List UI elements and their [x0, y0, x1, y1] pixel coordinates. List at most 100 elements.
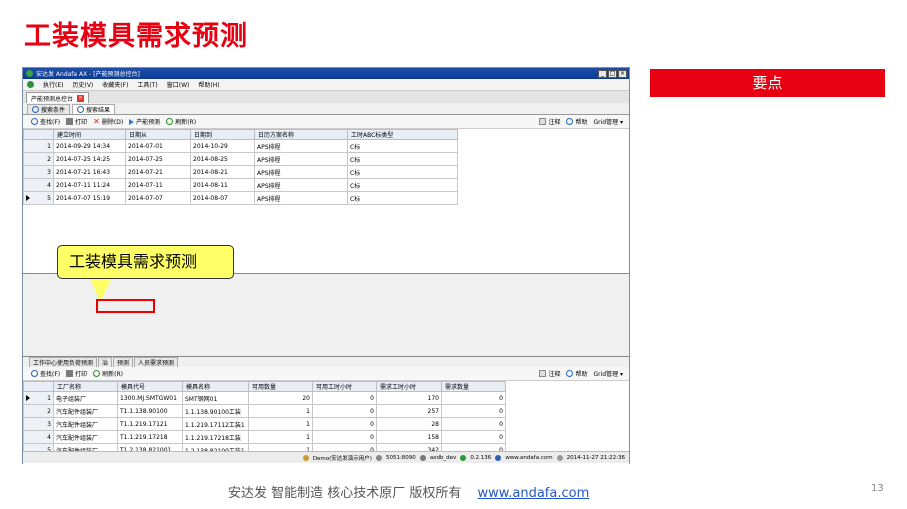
tab-staff-forecast[interactable]: 人员需求预测 — [134, 357, 179, 367]
table-cell[interactable]: T1.1.219.17121 — [117, 417, 183, 431]
table-row[interactable]: 3 2014-07-21 16:43 2014-07-21 2014-08-21 APS… — [23, 165, 458, 179]
column-header[interactable]: 模具名称 — [182, 381, 249, 392]
note-button[interactable]: 注释 — [539, 369, 560, 378]
table-cell[interactable]: 1.1.138.90100工装 — [182, 404, 249, 418]
minimize-button[interactable]: _ — [598, 69, 607, 78]
table-cell[interactable]: 2014-09-29 14:34 — [53, 139, 126, 153]
table-cell[interactable]: 158 — [376, 430, 442, 444]
refresh-button[interactable]: 刷新(R) — [166, 117, 196, 126]
table-cell[interactable]: 1.1.219.17218工装 — [182, 430, 249, 444]
column-header[interactable]: 可用工时小时 — [312, 381, 377, 392]
table-cell[interactable]: 0 — [441, 430, 506, 444]
column-header[interactable]: 工时ABC标类型 — [347, 129, 458, 140]
table-cell[interactable]: 2014-07-01 — [125, 139, 191, 153]
column-header[interactable]: 可用数量 — [248, 381, 313, 392]
help-button[interactable]: 帮助 — [566, 369, 587, 378]
search-button[interactable]: 查找(F) — [31, 369, 60, 378]
column-header[interactable]: 模具代号 — [117, 381, 183, 392]
menu-favorites[interactable]: 收藏夹(F) — [102, 80, 128, 89]
doc-tab-capacity-console[interactable]: 产能预测总控台 × — [26, 92, 90, 103]
table-row[interactable]: 3 汽车配件组装厂 T1.1.219.17121 1.1.219.17112工装1 1 0… — [23, 417, 506, 431]
grid-manage-dropdown[interactable]: Grid管理 ▾ — [593, 117, 623, 126]
table-cell[interactable]: C标 — [347, 191, 458, 205]
table-cell[interactable]: 2014-08-25 — [190, 152, 255, 166]
maximize-button[interactable]: □ — [608, 69, 617, 78]
footer-link[interactable]: www.andafa.com — [478, 486, 590, 501]
doc-tab-close-icon[interactable]: × — [77, 94, 85, 102]
forecast-button[interactable]: 产能预测 — [129, 117, 160, 126]
tab-workcenter-load[interactable]: 工作中心使用负荷预测 — [29, 357, 98, 367]
table-cell[interactable]: 0 — [312, 417, 377, 431]
menu-history[interactable]: 历史(V) — [72, 80, 93, 89]
table-cell[interactable]: 0 — [441, 404, 506, 418]
column-header[interactable]: 工厂名称 — [53, 381, 118, 392]
refresh-button[interactable]: 刷新(R) — [93, 369, 123, 378]
table-cell[interactable]: 2014-08-11 — [190, 178, 255, 192]
column-header[interactable]: 日期到 — [190, 129, 255, 140]
table-cell[interactable]: SMT钢网01 — [182, 391, 249, 405]
table-row[interactable]: 2 汽车配件组装厂 T1.1.138.90100 1.1.138.90100工装 1 0 2… — [23, 404, 506, 418]
table-cell[interactable]: 2014-07-25 14:25 — [53, 152, 126, 166]
delete-button[interactable]: ✕ 删除(D) — [93, 117, 123, 127]
column-header[interactable]: 建立时间 — [53, 129, 126, 140]
table-cell[interactable]: APS排程 — [254, 152, 348, 166]
table-cell[interactable]: 1.1.219.17112工装1 — [182, 417, 249, 431]
table-cell[interactable]: 2014-08-21 — [190, 165, 255, 179]
table-cell[interactable]: 0 — [441, 391, 506, 405]
table-cell[interactable]: 0 — [312, 404, 377, 418]
table-cell[interactable]: 汽车配件组装厂 — [53, 430, 118, 444]
table-cell[interactable]: T1.1.219.17218 — [117, 430, 183, 444]
table-row[interactable]: 4 汽车配件组装厂 T1.1.219.17218 1.1.219.17218工装 1 0 1… — [23, 430, 506, 444]
table-cell[interactable]: APS排程 — [254, 139, 348, 153]
table-cell[interactable]: 汽车配件组装厂 — [53, 404, 118, 418]
table-cell[interactable]: 2014-07-21 — [125, 165, 191, 179]
table-cell[interactable]: 2014-07-07 15:19 — [53, 191, 126, 205]
table-cell[interactable]: 2014-07-21 16:43 — [53, 165, 126, 179]
menu-window[interactable]: 窗口(W) — [167, 80, 190, 89]
table-cell[interactable]: 28 — [376, 417, 442, 431]
menu-execute[interactable]: 执行(E) — [43, 80, 63, 89]
table-cell[interactable]: 0 — [312, 430, 377, 444]
print-button[interactable]: 打印 — [66, 117, 87, 126]
table-cell[interactable]: 257 — [376, 404, 442, 418]
table-cell[interactable]: 0 — [441, 417, 506, 431]
table-cell[interactable]: 1300.MJ.SMTGW01 — [117, 391, 183, 405]
table-cell[interactable]: 2014-08-07 — [190, 191, 255, 205]
table-cell[interactable]: T1.1.138.90100 — [117, 404, 183, 418]
table-cell[interactable]: 0 — [312, 391, 377, 405]
table-cell[interactable]: 电子组装厂 — [53, 391, 118, 405]
tab-tooling[interactable]: 治 — [98, 357, 113, 367]
table-cell[interactable]: 1 — [248, 404, 313, 418]
note-button[interactable]: 注释 — [539, 117, 560, 126]
table-cell[interactable]: 2014-07-11 11:24 — [53, 178, 126, 192]
help-button[interactable]: 帮助 — [566, 117, 587, 126]
table-cell[interactable]: C标 — [347, 165, 458, 179]
table-row[interactable]: 1 2014-09-29 14:34 2014-07-01 2014-10-29 APS… — [23, 139, 458, 153]
table-cell[interactable]: 20 — [248, 391, 313, 405]
table-cell[interactable]: 1 — [248, 417, 313, 431]
column-header[interactable]: 日历方案名称 — [254, 129, 348, 140]
table-row[interactable]: 4 2014-07-11 11:24 2014-07-11 2014-08-11 APS… — [23, 178, 458, 192]
table-cell[interactable]: APS排程 — [254, 165, 348, 179]
table-cell[interactable]: 2014-07-07 — [125, 191, 191, 205]
tab-search-results[interactable]: 搜索结果 — [72, 104, 116, 114]
grid-manage-dropdown[interactable]: Grid管理 ▾ — [593, 369, 623, 378]
tab-search-criteria[interactable]: 搜索条件 — [27, 104, 71, 114]
table-cell[interactable]: 2014-10-29 — [190, 139, 255, 153]
table-row[interactable]: 5 2014-07-07 15:19 2014-07-07 2014-08-07 APS… — [23, 191, 458, 205]
table-cell[interactable]: APS排程 — [254, 178, 348, 192]
column-header[interactable]: 需求数量 — [441, 381, 506, 392]
table-cell[interactable]: 2014-07-11 — [125, 178, 191, 192]
menu-help[interactable]: 帮助(H) — [198, 80, 219, 89]
table-cell[interactable]: APS排程 — [254, 191, 348, 205]
column-header[interactable]: 需求工时小时 — [376, 381, 442, 392]
search-button[interactable]: 查找(F) — [31, 117, 60, 126]
table-cell[interactable]: C标 — [347, 178, 458, 192]
table-row[interactable]: 2 2014-07-25 14:25 2014-07-25 2014-08-25 APS… — [23, 152, 458, 166]
app-menu-icon[interactable] — [27, 81, 34, 88]
menu-tools[interactable]: 工具(T) — [137, 80, 157, 89]
table-cell[interactable]: 1 — [248, 430, 313, 444]
table-row[interactable]: 1 电子组装厂 1300.MJ.SMTGW01 SMT钢网01 20 0 170 0 — [23, 391, 506, 405]
table-cell[interactable]: 170 — [376, 391, 442, 405]
close-button[interactable]: × — [618, 69, 627, 78]
